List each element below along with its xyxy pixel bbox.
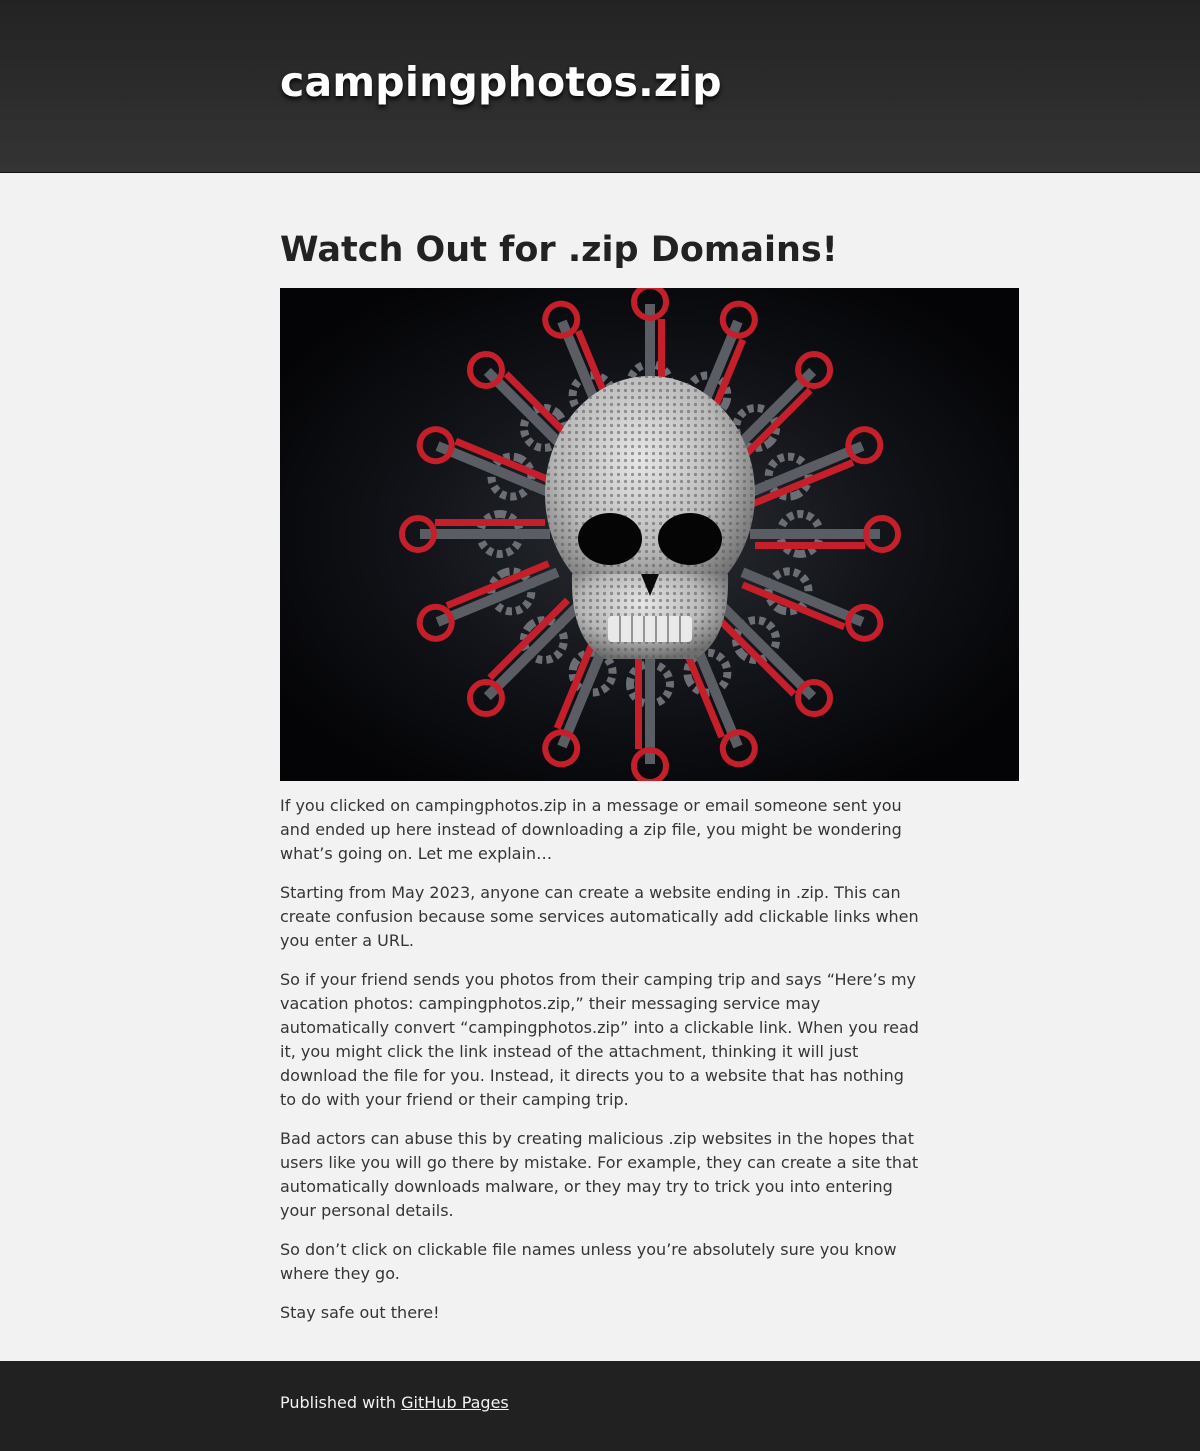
site-title[interactable]: campingphotos.zip bbox=[280, 56, 722, 108]
skull-gears-image bbox=[280, 288, 1019, 781]
paragraph: So don’t click on clickable file names u… bbox=[280, 1240, 897, 1283]
paragraph: Starting from May 2023, anyone can creat… bbox=[280, 883, 919, 950]
article-body: If you clicked on campingphotos.zip in a… bbox=[280, 794, 925, 1325]
article: Watch Out for .zip Domains! If you click… bbox=[280, 227, 1020, 1340]
footer-text: Published with GitHub Pages bbox=[280, 1391, 509, 1415]
site-footer: Published with GitHub Pages bbox=[0, 1361, 1200, 1451]
paragraph: So if your friend sends you photos from … bbox=[280, 970, 919, 1109]
main-content: Watch Out for .zip Domains! If you click… bbox=[0, 173, 1200, 1360]
skull bbox=[545, 376, 755, 659]
paragraph: Bad actors can abuse this by creating ma… bbox=[280, 1129, 919, 1220]
paragraph: If you clicked on campingphotos.zip in a… bbox=[280, 796, 902, 863]
github-pages-link[interactable]: GitHub Pages bbox=[401, 1393, 509, 1412]
paragraph: Stay safe out there! bbox=[280, 1303, 440, 1322]
page-title: Watch Out for .zip Domains! bbox=[280, 230, 838, 270]
footer-prefix: Published with bbox=[280, 1393, 402, 1412]
site-header: campingphotos.zip bbox=[0, 0, 1200, 173]
